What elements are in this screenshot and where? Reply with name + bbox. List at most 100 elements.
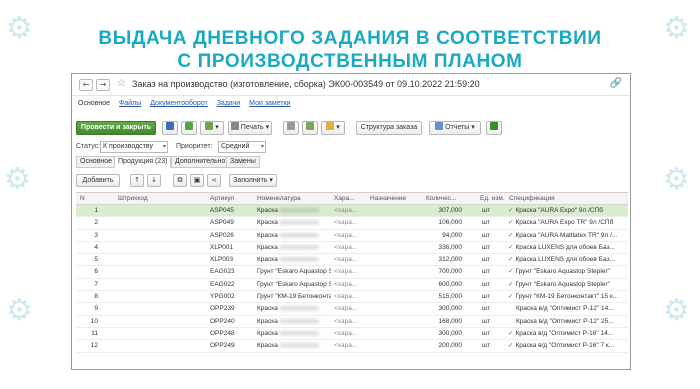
tab-replacements[interactable]: Замены (226, 156, 260, 168)
tab-additional[interactable]: Дополнительно (171, 156, 230, 168)
col-header-n[interactable]: N (80, 193, 96, 204)
row-nomenclature-text: Краска (257, 329, 278, 337)
post-button[interactable] (181, 121, 197, 135)
table-row[interactable]: 4 XLP001 Краска xxxxxxxxxxxx <хара... 336,00… (76, 242, 628, 255)
row-article: OPP249 (210, 342, 235, 350)
checkmark-icon: ✓ (508, 267, 514, 276)
more-button[interactable]: ▾ (321, 121, 345, 135)
row-specification: Краска в/д "Оптимист Р-12" 25... (508, 316, 628, 327)
back-button[interactable]: ← (79, 79, 93, 91)
reports-button[interactable]: Отчеты ▾ (429, 121, 481, 135)
share-icon[interactable]: ⋖ (207, 174, 221, 187)
row-specification-text: Краска в/д "Оптимист Р-12" 25... (516, 317, 614, 325)
excel-button[interactable] (486, 121, 502, 135)
top-tab-docflow[interactable]: Документооборот (150, 100, 208, 107)
row-unit: шт (482, 342, 491, 350)
checkmark-icon: ✓ (508, 292, 514, 301)
fill-button[interactable]: Заполнить ▾ (229, 174, 277, 187)
favorite-star-icon[interactable]: ☆ (117, 78, 126, 89)
row-number: 6 (94, 268, 98, 276)
col-header-purpose[interactable]: Назначение (370, 193, 420, 204)
table-row[interactable]: 9 OPP239 Краска xxxxxxxxxxxx <хара... 300,00… (76, 303, 628, 316)
top-tab-main[interactable]: Основное (78, 100, 110, 107)
table-row[interactable]: 5 XLP003 Краска xxxxxxxxxxxx <хара... 312,00… (76, 254, 628, 267)
top-tab-files[interactable]: Файлы (119, 100, 141, 107)
top-tab-tasks[interactable]: Задачи (217, 100, 241, 107)
copy-icon[interactable]: ⧉ (173, 174, 187, 187)
row-specification: ✓ Краска в/д "Оптимист Р-16" 7 к... (508, 340, 628, 351)
row-unit: шт (482, 305, 491, 313)
top-tabs: Основное Файлы Документооборот Задачи Мо… (78, 100, 298, 112)
table-row[interactable]: 10 OPP240 Краска xxxxxxxxxxxx <хара... 168,0… (76, 316, 628, 328)
checkmark-icon: ✓ (508, 242, 514, 251)
redacted-text: xxxxxxxxxxxx (279, 219, 319, 227)
table-row[interactable]: 6EAG023Грунт "Eskaro Aquastop Stepler"<х… (76, 266, 628, 279)
col-header-barcode[interactable]: Штрихкод (118, 193, 168, 204)
top-tab-notes[interactable]: Мои заметки (249, 100, 290, 107)
table-row[interactable]: 11 OPP248 Краска xxxxxxxxxxxx <хара... 300,0… (76, 328, 628, 341)
add-button[interactable]: Добавить (76, 174, 120, 187)
row-article: YPG002 (210, 293, 235, 301)
forward-button[interactable]: → (96, 79, 110, 91)
row-characteristic: <хара... (334, 329, 358, 337)
post-doc-icon (185, 122, 193, 131)
row-article: ASP026 (210, 231, 234, 239)
order-structure-button[interactable]: Структура заказа (356, 121, 422, 135)
post-and-close-button[interactable]: Провести и закрыть (76, 121, 156, 135)
tab-products[interactable]: Продукция (23) (114, 156, 172, 168)
folder-icon (326, 122, 335, 131)
link-icon[interactable]: 🔗 (610, 78, 622, 89)
table-header: N Штрихкод Артикул Номенклатура Хара... … (76, 193, 628, 205)
save-button[interactable] (162, 121, 178, 135)
row-nomenclature-text: Грунт "КМ-19 Бетонконтакт" (257, 293, 331, 301)
row-nomenclature: Краска xxxxxxxxxxxx (257, 205, 331, 216)
row-number: 3 (94, 231, 98, 239)
priority-label: Приоритет: (176, 143, 213, 150)
row-number: 11 (91, 329, 98, 337)
row-specification-text: Краска "AURA Expo TR" 9л /СПб (515, 219, 614, 227)
row-unit: шт (482, 317, 491, 325)
attach-button[interactable] (302, 121, 318, 135)
col-header-article[interactable]: Артикул (210, 193, 250, 204)
col-header-characteristic[interactable]: Хара... (334, 193, 364, 204)
row-specification-text: Краска в/д "Оптимист Р-16" 7 к... (515, 342, 615, 350)
create-based-icon (205, 122, 214, 131)
col-header-quantity[interactable]: Количес... (426, 193, 460, 204)
row-nomenclature-text: Краска (257, 256, 278, 264)
col-header-unit[interactable]: Ед. изм. (480, 193, 510, 204)
slide-title: ВЫДАЧА ДНЕВНОГО ЗАДАНИЯ В СООТВЕТСТВИИ С… (0, 27, 700, 73)
redacted-text: xxxxxxxxxxxx (279, 317, 319, 325)
row-unit: шт (482, 280, 491, 288)
move-down-icon[interactable]: ↓ (147, 174, 161, 187)
row-nomenclature-text: Краска (257, 243, 278, 251)
table-row[interactable]: 3 ASP026 Краска xxxxxxxxxxxx <хара... 94,000… (76, 230, 628, 242)
table-row[interactable]: 8 YPG002 Грунт "КМ-19 Бетонконтакт"<хара..… (76, 291, 628, 304)
table-row[interactable]: 12 OPP249 Краска xxxxxxxxxxxx <хара... 200,0… (76, 340, 628, 353)
table-row[interactable]: 1 ASP045 Краска xxxxxxxxxxxx <хара... 307,00… (76, 205, 628, 218)
row-quantity: 94,000 (442, 231, 462, 239)
row-nomenclature-text: Краска (257, 207, 278, 214)
row-characteristic: <хара... (334, 231, 358, 239)
col-header-specification[interactable]: Спецификация (509, 193, 624, 204)
print-button[interactable]: Печать ▾ (228, 121, 272, 135)
row-quantity: 515,000 (438, 293, 463, 301)
col-header-nomenclature[interactable]: Номенклатура (257, 193, 331, 204)
create-based-button[interactable]: ▾ (200, 121, 224, 135)
tab-main[interactable]: Основное (76, 156, 117, 168)
table-row[interactable]: 7EAG022Грунт "Eskaro Aquastop Stepler"<х… (76, 279, 628, 292)
move-up-icon[interactable]: ↑ (130, 174, 144, 187)
row-number: 9 (94, 305, 98, 313)
row-nomenclature-text: Краска (257, 317, 278, 325)
row-article: OPP239 (210, 305, 235, 313)
slide-title-line2: С ПРОИЗВОДСТВЕННЫМ ПЛАНОМ (177, 51, 523, 72)
paste-icon[interactable]: ▣ (190, 174, 204, 187)
reports-icon (435, 122, 444, 131)
structure-icon-button[interactable] (283, 121, 299, 135)
row-nomenclature-text: Краска (257, 342, 278, 350)
status-select[interactable]: К производству ▾ (100, 141, 168, 153)
row-number: 8 (94, 293, 98, 301)
priority-select[interactable]: Средний ▾ (218, 141, 266, 153)
row-number: 7 (94, 280, 98, 288)
row-nomenclature: Краска xxxxxxxxxxxx (257, 303, 331, 314)
table-row[interactable]: 2 ASP049 Краска xxxxxxxxxxxx <хара... 106,00… (76, 217, 628, 230)
